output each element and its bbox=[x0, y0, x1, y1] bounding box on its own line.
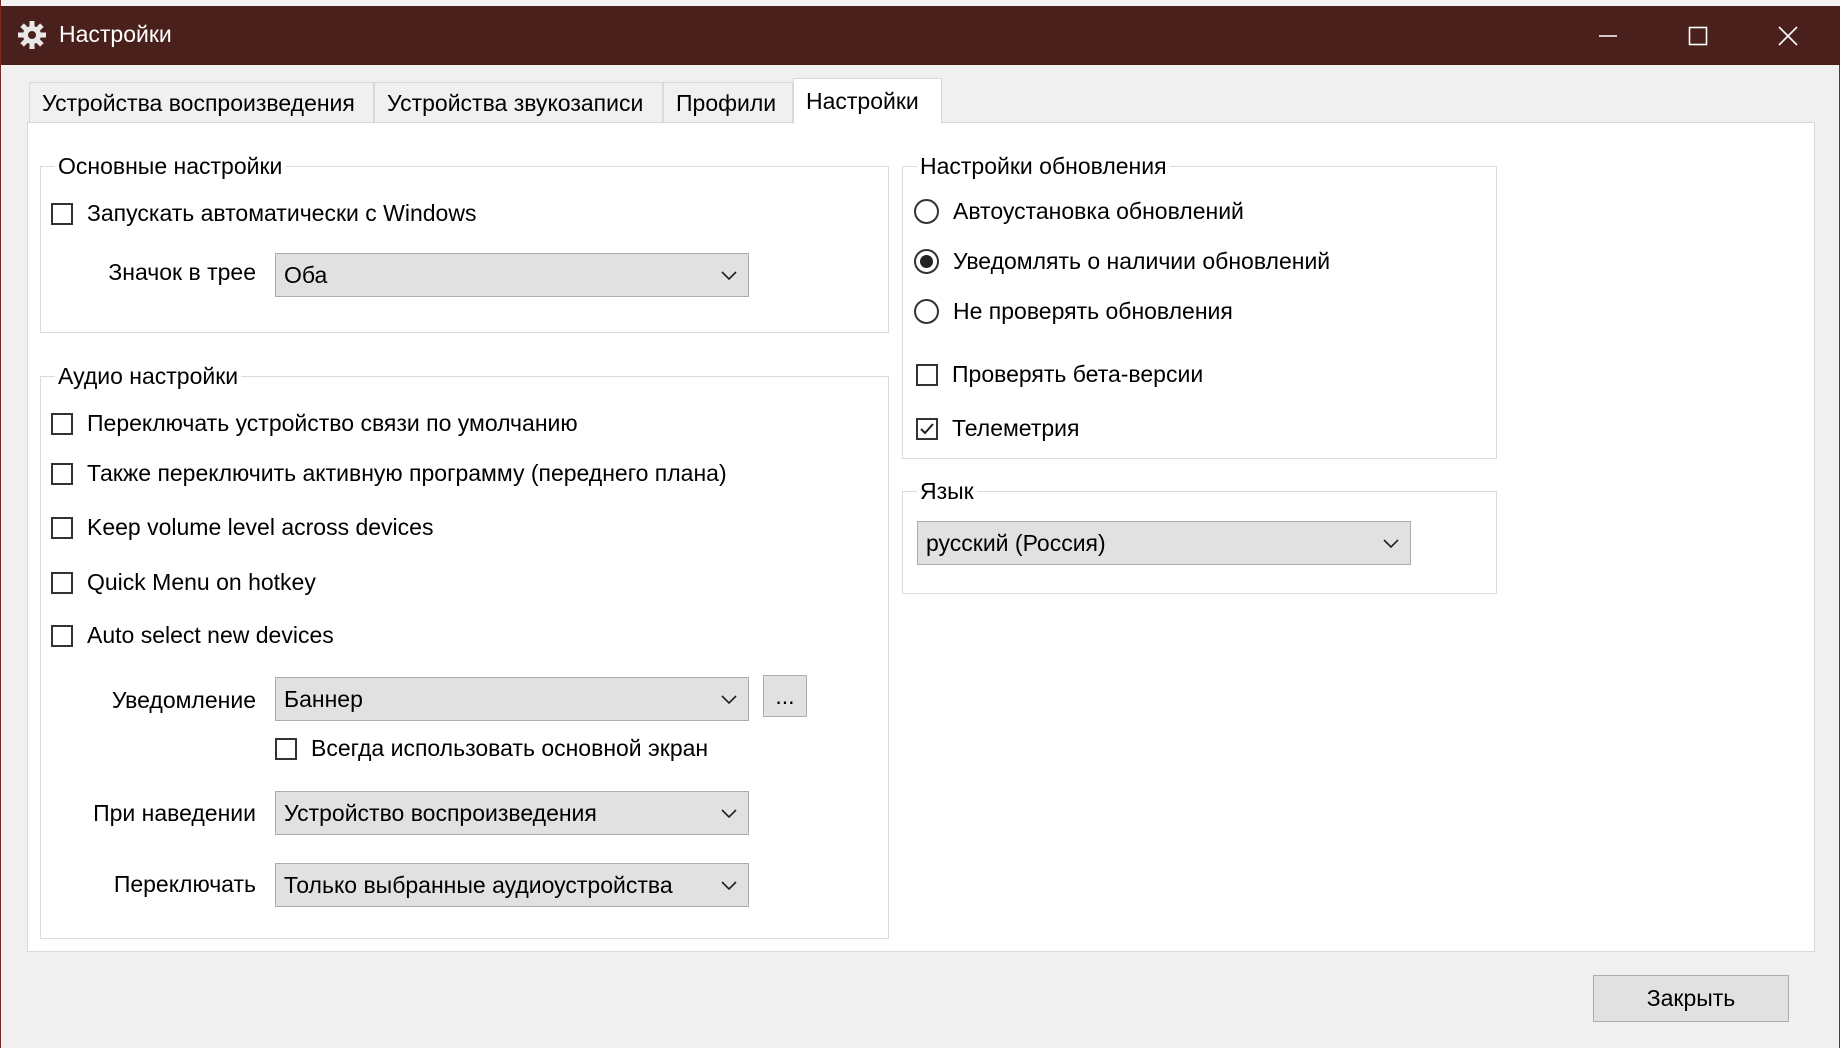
keep-volume-label: Keep volume level across devices bbox=[87, 514, 434, 540]
auto-select-row[interactable]: Auto select new devices bbox=[51, 622, 334, 649]
no-check-row[interactable]: Не проверять обновления bbox=[914, 298, 1233, 325]
chevron-down-icon bbox=[721, 271, 737, 281]
language-value: русский (Россия) bbox=[926, 530, 1106, 556]
close-button[interactable] bbox=[1743, 6, 1833, 65]
no-check-label: Не проверять обновления bbox=[953, 298, 1233, 324]
chevron-down-icon bbox=[721, 881, 737, 891]
keep-volume-row[interactable]: Keep volume level across devices bbox=[51, 514, 433, 541]
autostart-checkbox[interactable] bbox=[51, 202, 73, 225]
notification-dropdown[interactable]: Баннер bbox=[275, 677, 749, 721]
language-dropdown[interactable]: русский (Россия) bbox=[917, 521, 1411, 565]
tray-icon-label: Значок в трее bbox=[108, 259, 256, 285]
close-dialog-button[interactable]: Закрыть bbox=[1593, 975, 1789, 1022]
maximize-icon bbox=[1688, 26, 1708, 45]
switch-mode-dropdown[interactable]: Только выбранные аудиоустройства bbox=[275, 863, 749, 907]
quick-menu-row[interactable]: Quick Menu on hotkey bbox=[51, 569, 316, 596]
notify-updates-radio[interactable] bbox=[914, 249, 939, 274]
window-title: Настройки bbox=[59, 21, 172, 47]
switch-mode-label: Переключать bbox=[113, 871, 256, 897]
keep-volume-checkbox[interactable] bbox=[51, 516, 73, 539]
gear-icon bbox=[17, 20, 47, 50]
telemetry-label: Телеметрия bbox=[952, 415, 1080, 441]
quick-menu-label: Quick Menu on hotkey bbox=[87, 569, 316, 595]
title-bar[interactable]: Настройки bbox=[1, 6, 1840, 65]
telemetry-checkbox[interactable] bbox=[916, 417, 938, 440]
settings-window: Настройки Устройства воспроизведения Уст… bbox=[0, 0, 1840, 1048]
auto-select-label: Auto select new devices bbox=[87, 622, 334, 648]
auto-install-label: Автоустановка обновлений bbox=[953, 198, 1244, 224]
tray-icon-dropdown[interactable]: Оба bbox=[275, 253, 749, 297]
chevron-down-icon bbox=[721, 695, 737, 705]
quick-menu-checkbox[interactable] bbox=[51, 571, 73, 594]
beta-label: Проверять бета-версии bbox=[952, 361, 1204, 387]
beta-checkbox[interactable] bbox=[916, 363, 938, 386]
update-settings-legend: Настройки обновления bbox=[917, 152, 1170, 180]
basic-settings-legend: Основные настройки bbox=[55, 152, 286, 180]
maximize-button[interactable] bbox=[1653, 6, 1743, 65]
tab-playback-devices[interactable]: Устройства воспроизведения bbox=[29, 82, 374, 122]
notify-updates-row[interactable]: Уведомлять о наличии обновлений bbox=[914, 248, 1330, 275]
auto-select-checkbox[interactable] bbox=[51, 624, 73, 647]
chevron-down-icon bbox=[721, 809, 737, 819]
notification-more-button[interactable]: ... bbox=[763, 675, 807, 717]
beta-row[interactable]: Проверять бета-версии bbox=[916, 361, 1203, 388]
switch-foreground-app-checkbox[interactable] bbox=[51, 462, 73, 485]
autostart-checkbox-row[interactable]: Запускать автоматически с Windows bbox=[51, 200, 476, 227]
notification-value: Баннер bbox=[284, 686, 363, 712]
on-hover-dropdown[interactable]: Устройство воспроизведения bbox=[275, 791, 749, 835]
tab-profiles[interactable]: Профили bbox=[663, 82, 793, 122]
minimize-button[interactable] bbox=[1563, 6, 1653, 65]
on-hover-label: При наведении bbox=[93, 800, 256, 826]
chevron-down-icon bbox=[1383, 539, 1399, 549]
switch-mode-value: Только выбранные аудиоустройства bbox=[284, 872, 673, 898]
notification-label: Уведомление bbox=[111, 687, 256, 713]
telemetry-row[interactable]: Телеметрия bbox=[916, 415, 1079, 442]
close-icon bbox=[1778, 25, 1798, 46]
basic-settings-group: Основные настройки bbox=[40, 152, 889, 333]
primary-screen-label: Всегда использовать основной экран bbox=[311, 735, 709, 761]
autostart-label: Запускать автоматически с Windows bbox=[87, 200, 477, 226]
primary-screen-row[interactable]: Всегда использовать основной экран bbox=[275, 735, 708, 762]
primary-screen-checkbox[interactable] bbox=[275, 737, 297, 760]
tray-icon-value: Оба bbox=[284, 262, 328, 288]
notify-updates-label: Уведомлять о наличии обновлений bbox=[953, 248, 1331, 274]
no-check-radio[interactable] bbox=[914, 299, 939, 324]
minimize-icon bbox=[1599, 34, 1617, 37]
switch-foreground-app-row[interactable]: Также переключить активную программу (пе… bbox=[51, 460, 727, 487]
checkmark-icon bbox=[920, 422, 934, 434]
switch-comm-device-row[interactable]: Переключать устройство связи по умолчани… bbox=[51, 410, 578, 437]
switch-comm-device-label: Переключать устройство связи по умолчани… bbox=[87, 410, 578, 436]
radio-selected-dot bbox=[920, 255, 933, 268]
auto-install-radio[interactable] bbox=[914, 199, 939, 224]
tab-recording-devices[interactable]: Устройства звукозаписи bbox=[374, 82, 663, 122]
tab-settings[interactable]: Настройки bbox=[793, 78, 942, 124]
auto-install-row[interactable]: Автоустановка обновлений bbox=[914, 198, 1244, 225]
switch-comm-device-checkbox[interactable] bbox=[51, 412, 73, 435]
switch-foreground-app-label: Также переключить активную программу (пе… bbox=[87, 460, 727, 486]
language-legend: Язык bbox=[917, 477, 977, 505]
on-hover-value: Устройство воспроизведения bbox=[284, 800, 597, 826]
audio-settings-legend: Аудио настройки bbox=[55, 362, 242, 390]
